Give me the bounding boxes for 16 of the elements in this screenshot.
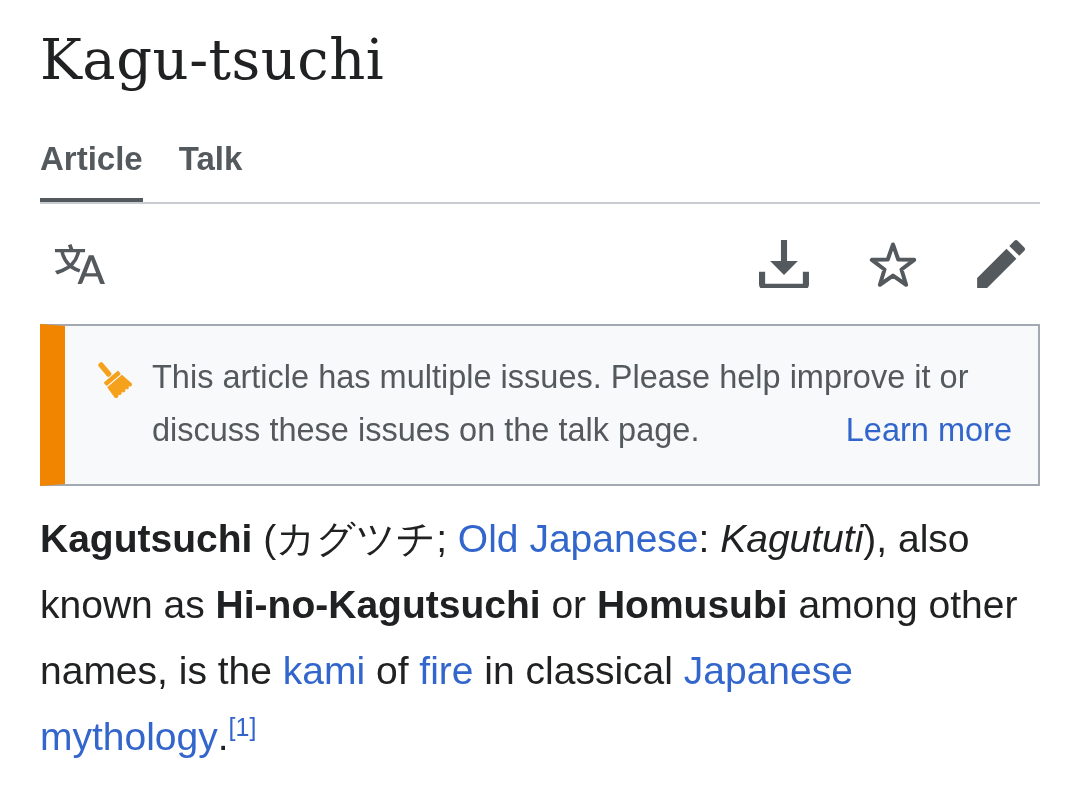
article-link[interactable]: mythology <box>40 715 218 758</box>
article-link[interactable]: Old Japanese <box>457 517 699 560</box>
star-icon[interactable] <box>869 241 917 287</box>
page-title: Kagu-tsuchi <box>40 26 385 94</box>
article-link[interactable]: kami <box>282 649 366 692</box>
citation-link[interactable]: [1] <box>228 713 257 741</box>
article-link[interactable]: Japanese <box>683 649 853 692</box>
article-link[interactable]: fire <box>419 649 474 692</box>
translate-icon[interactable] <box>55 244 105 284</box>
download-icon[interactable] <box>759 240 809 288</box>
pencil-icon[interactable] <box>977 240 1025 288</box>
tab[interactable]: Article <box>40 126 143 202</box>
article-paragraph: Kagutsuchi (カグツチ; Old Japanese: Kagututi), also known as Hi-no-Kagutsuchi or Homusubi among other names, is the kami of fire in classical Japanese mythology.$^{[1]}$ <box>40 516 1019 760</box>
tab[interactable]: Talk <box>178 126 243 202</box>
notice-message: This article has multiple issues. Please help improve it or discuss these issues on the talk page. Learn more <box>152 351 1012 457</box>
learn-more-link[interactable]: Learn more <box>845 404 1012 457</box>
